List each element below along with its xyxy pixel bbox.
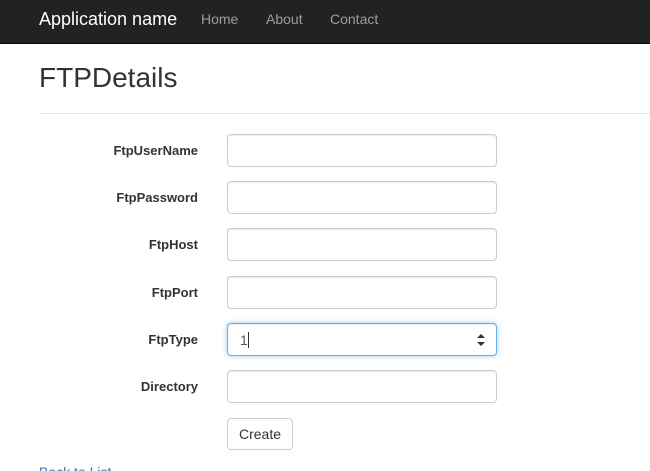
header-divider <box>39 113 650 114</box>
ftp-type-input[interactable]: 1 <box>227 323 497 356</box>
ftp-username-label: FtpUserName <box>113 143 198 158</box>
ftp-port-input[interactable] <box>227 276 497 309</box>
ftp-host-label: FtpHost <box>148 237 198 252</box>
ftp-type-value: 1 <box>240 332 248 348</box>
nav-about-link[interactable]: About <box>266 0 303 44</box>
navbar: Application name Home About Contact <box>0 0 650 44</box>
page-title: FTPDetails <box>39 62 178 93</box>
ftp-username-input[interactable] <box>227 134 497 167</box>
number-spinner-icon[interactable] <box>476 332 486 348</box>
text-caret <box>248 332 249 348</box>
back-to-list-link[interactable]: Back to List <box>39 463 111 471</box>
ftp-type-label: FtpType <box>148 332 198 347</box>
ftp-host-input[interactable] <box>227 228 497 261</box>
directory-input[interactable] <box>227 370 497 403</box>
nav-home-link[interactable]: Home <box>201 0 238 44</box>
create-button[interactable]: Create <box>227 418 293 450</box>
brand-link[interactable]: Application name <box>39 0 177 44</box>
directory-label: Directory <box>140 379 198 394</box>
nav-contact-link[interactable]: Contact <box>330 0 378 44</box>
ftp-password-input[interactable] <box>227 181 497 214</box>
ftp-port-label: FtpPort <box>151 285 198 300</box>
ftp-password-label: FtpPassword <box>116 190 198 205</box>
